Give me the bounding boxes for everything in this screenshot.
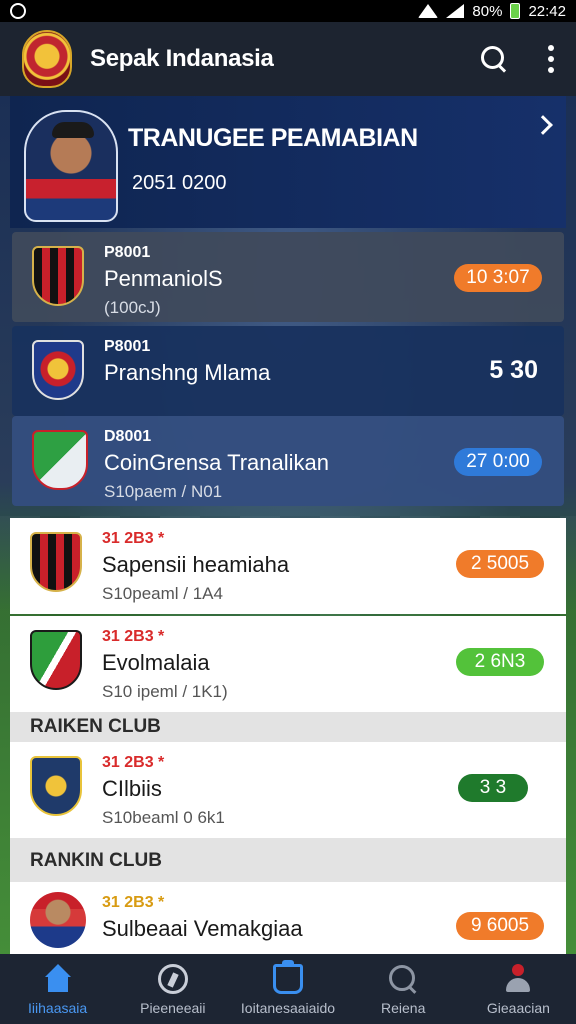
clock: 22:42 [528,2,566,20]
club-crest-icon [30,756,82,816]
nav-label: Ioitanesaaiaido [240,1000,336,1016]
match-meta: (100cJ) [104,298,161,317]
nav-profile[interactable]: Gieaacian [461,954,576,1024]
nav-label: Gieaacian [486,1000,550,1016]
featured-card[interactable]: TRANUGEE PEAMABIAN 2051 0200 [10,96,566,228]
score-badge: 10 3:07 [454,264,542,292]
nav-label: Iiihaasaia [28,1000,88,1016]
club-name: Evolmalaia [102,650,210,675]
nav-label: Pieeneeaii [140,1000,206,1016]
search-icon[interactable] [480,45,508,73]
match-code: P8001 [104,244,151,261]
club-meta: S10beaml 0 6k1 [102,808,225,827]
club-row[interactable]: 31 2B3 * CIlbiis S10beaml 0 6k1 3 3 [10,742,566,838]
club-row[interactable]: 31 2B3 * Sulbeaai Vemakgiaa 9 6005 [10,882,566,954]
club-name: PenmaniolS [104,266,223,291]
ranking-code: 31 2B3 * [102,894,165,911]
ball-icon [157,964,188,994]
home-icon [43,964,73,994]
app-bar: Sepak Indanasia [0,22,576,96]
search-icon [388,964,418,994]
match-row[interactable]: D8001 CoinGrensa Tranalikan S10paem / N0… [12,416,564,506]
profile-icon [503,964,533,994]
signal-icon [446,4,465,18]
status-bar: 80% 22:42 [0,0,576,22]
section-header: RAIKEN CLUB [10,712,566,742]
nav-matches[interactable]: Pieeneeaii [115,954,230,1024]
score-badge: 2 6N3 [456,648,544,676]
section-header: RANKIN CLUB [10,838,566,882]
battery-percent: 80% [472,2,503,20]
nav-label: Reiena [381,1000,426,1016]
wifi-icon [418,4,439,18]
shield-icon [273,960,303,994]
more-options-icon[interactable] [548,45,554,73]
app-logo[interactable] [22,30,72,88]
battery-icon [510,3,521,19]
score-badge: 2 5005 [456,550,544,578]
club-name: CIlbiis [102,776,162,801]
match-row[interactable]: P8001 Pranshng Mlama 5 30 [12,326,564,416]
club-name: Sapensii heamiaha [102,552,290,577]
club-crest-icon [32,246,84,306]
score-text: 5 30 [489,356,538,384]
club-meta: S10 ipeml / 1K1) [102,682,228,701]
player-avatar [24,110,118,222]
score-badge: 27 0:00 [454,448,542,476]
club-name: Pranshng Mlama [104,360,271,385]
ranking-code: 31 2B3 * [102,628,165,645]
match-code: P8001 [104,338,151,355]
nav-clubs[interactable]: Ioitanesaaiaido [230,954,345,1024]
nav-search[interactable]: Reiena [346,954,461,1024]
nav-home[interactable]: Iiihaasaia [0,954,115,1024]
club-name: CoinGrensa Tranalikan [104,450,330,475]
player-photo-icon [30,892,86,948]
ranking-code: 31 2B3 * [102,530,165,547]
club-name: Sulbeaai Vemakgiaa [102,916,303,941]
notification-icon [10,3,26,19]
app-title: Sepak Indanasia [90,45,274,72]
bottom-navigation: Iiihaasaia Pieeneeaii Ioitanesaaiaido Re… [0,954,576,1024]
chevron-right-icon[interactable] [533,115,553,135]
featured-subtitle: 2051 0200 [132,172,227,194]
club-row[interactable]: 31 2B3 * Sapensii heamiaha S10peaml / 1A… [10,518,566,614]
club-crest-icon [32,430,88,490]
score-badge: 9 6005 [456,912,544,940]
club-crest-icon [30,532,82,592]
ranking-code: 31 2B3 * [102,754,165,771]
match-row[interactable]: P8001 PenmaniolS (100cJ) 10 3:07 [12,232,564,322]
match-code: D8001 [104,428,152,445]
score-badge: 3 3 [458,774,528,802]
club-meta: S10peaml / 1A4 [102,584,223,603]
club-crest-icon [32,340,84,400]
match-meta: S10paem / N01 [104,482,223,501]
club-row[interactable]: 31 2B3 * Evolmalaia S10 ipeml / 1K1) 2 6… [10,616,566,712]
featured-title: TRANUGEE PEAMABIAN [128,124,418,152]
club-crest-icon [30,630,82,690]
